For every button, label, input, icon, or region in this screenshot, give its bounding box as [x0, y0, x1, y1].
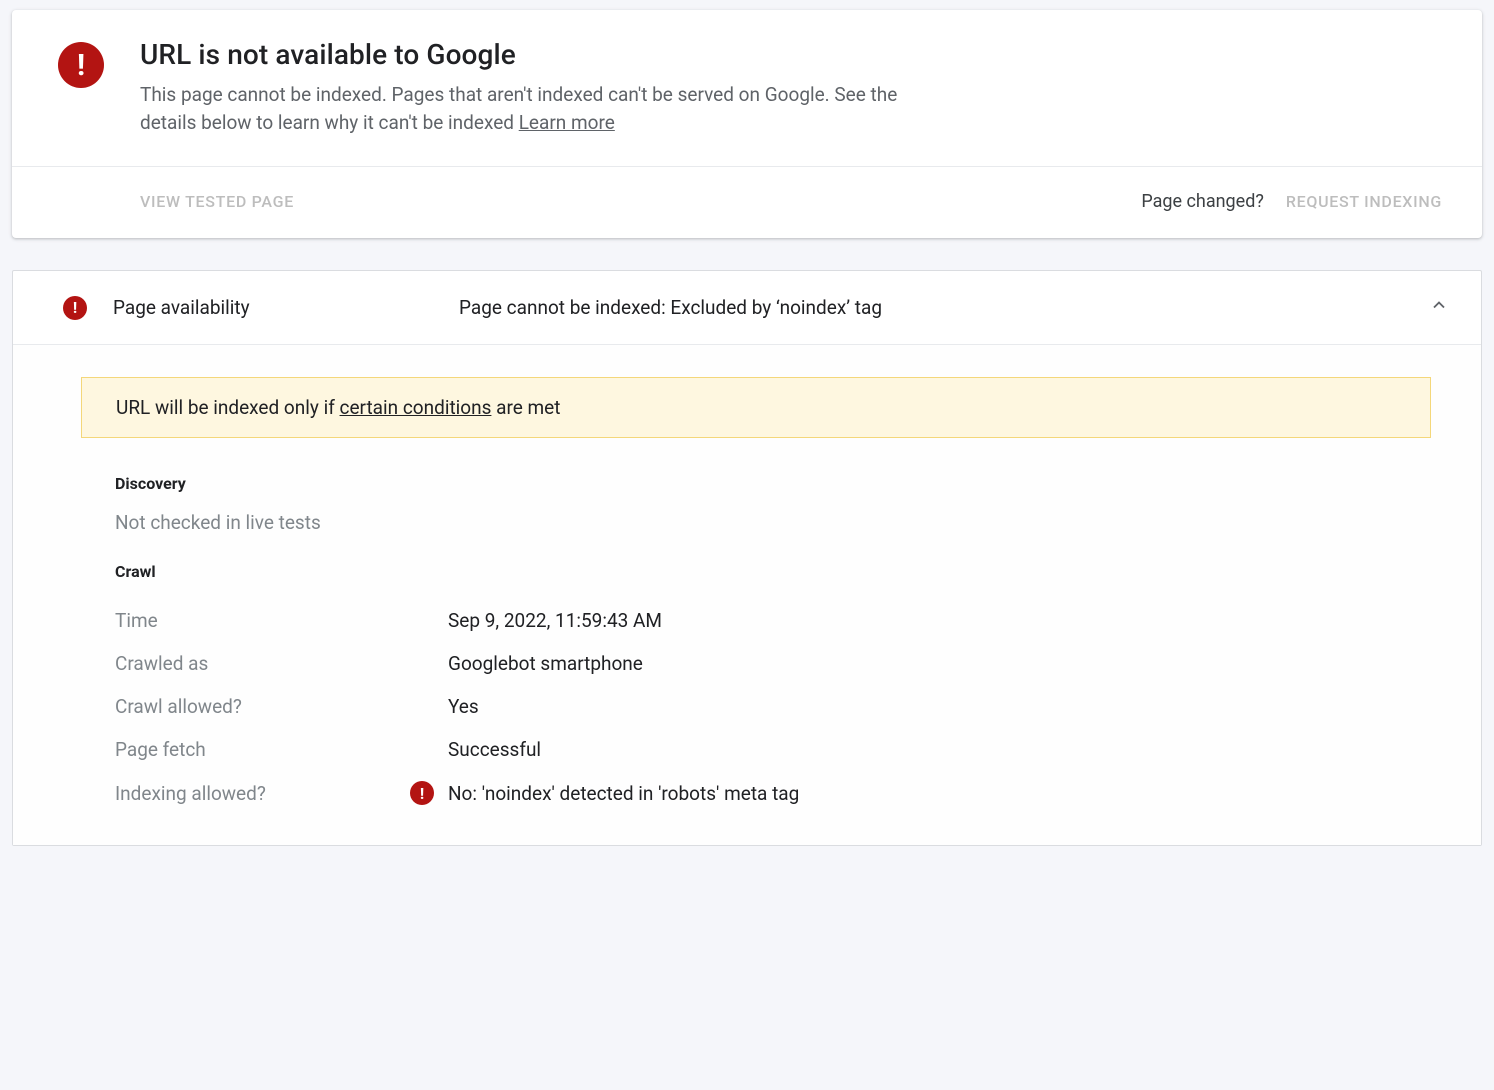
status-card: ! URL is not available to Google This pa… — [12, 10, 1482, 238]
status-card-body: ! URL is not available to Google This pa… — [12, 10, 1482, 166]
status-description: This page cannot be indexed. Pages that … — [140, 81, 940, 136]
availability-section: ! Page availability Page cannot be index… — [12, 270, 1482, 846]
availability-body: URL will be indexed only if certain cond… — [13, 344, 1481, 845]
crawl-row-crawled-as: Crawled as Googlebot smartphone — [115, 642, 1431, 685]
row-label: Indexing allowed? — [115, 782, 410, 805]
discovery-heading: Discovery — [115, 474, 1431, 493]
row-label: Time — [115, 609, 410, 632]
row-value: No: 'noindex' detected in 'robots' meta … — [448, 782, 1431, 805]
status-title: URL is not available to Google — [140, 38, 1442, 71]
availability-title: Page availability — [113, 296, 433, 319]
error-icon: ! — [58, 42, 104, 88]
crawl-row-page-fetch: Page fetch Successful — [115, 728, 1431, 771]
row-label: Crawled as — [115, 652, 410, 675]
request-indexing-button[interactable]: REQUEST INDEXING — [1286, 192, 1442, 211]
crawl-heading: Crawl — [115, 562, 1431, 581]
status-card-actions: VIEW TESTED PAGE Page changed? REQUEST I… — [12, 166, 1482, 238]
crawl-row-allowed: Crawl allowed? Yes — [115, 685, 1431, 728]
learn-more-link[interactable]: Learn more — [519, 111, 615, 134]
status-headline: URL is not available to Google This page… — [140, 38, 1442, 136]
notice-text-before: URL will be indexed only if — [116, 396, 340, 419]
chevron-up-icon — [1429, 295, 1449, 320]
crawl-rows: Time Sep 9, 2022, 11:59:43 AM Crawled as… — [115, 599, 1431, 815]
page-changed-label: Page changed? — [1141, 191, 1264, 212]
indexing-notice: URL will be indexed only if certain cond… — [81, 377, 1431, 438]
certain-conditions-link[interactable]: certain conditions — [340, 396, 492, 419]
availability-header[interactable]: ! Page availability Page cannot be index… — [13, 271, 1481, 344]
notice-text-after: are met — [491, 396, 560, 419]
error-icon: ! — [410, 781, 434, 805]
crawl-row-indexing-allowed: Indexing allowed? ! No: 'noindex' detect… — [115, 771, 1431, 815]
crawl-row-time: Time Sep 9, 2022, 11:59:43 AM — [115, 599, 1431, 642]
row-value: Successful — [448, 738, 1431, 761]
row-label: Page fetch — [115, 738, 410, 761]
row-label: Crawl allowed? — [115, 695, 410, 718]
discovery-value: Not checked in live tests — [115, 511, 1431, 534]
row-value: Yes — [448, 695, 1431, 718]
error-icon: ! — [63, 296, 87, 320]
availability-status: Page cannot be indexed: Excluded by ‘noi… — [459, 296, 1403, 319]
view-tested-page-button[interactable]: VIEW TESTED PAGE — [140, 192, 294, 211]
row-value: Sep 9, 2022, 11:59:43 AM — [448, 609, 1431, 632]
row-value: Googlebot smartphone — [448, 652, 1431, 675]
